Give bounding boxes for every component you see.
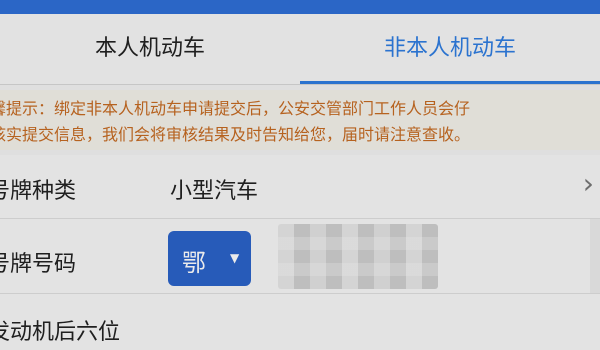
reminder-notice: 馨提示：绑定非本人机动车申请提交后，公安交管部门工作人员会仔 核实提交信息，我们… [0,90,600,150]
province-abbreviation: 鄂 [182,249,206,277]
plate-number-row: 号牌号码 鄂 ▼ [0,219,600,294]
vehicle-tabs: 本人机动车 非本人机动车 [0,14,600,85]
tab-other-vehicle-label: 非本人机动车 [383,36,516,61]
notice-line-2: 核实提交信息，我们会将审核结果及时告知给您，届时请注意查收。 [0,125,471,144]
chevron-right-icon[interactable]: › [583,167,594,200]
tab-own-vehicle-label: 本人机动车 [94,36,205,61]
plate-number-label: 号牌号码 [0,252,77,277]
engine-number-label: 发动机后六位 [0,320,121,345]
plate-number-input[interactable] [278,224,438,289]
top-bar [0,0,600,14]
plate-type-label: 号牌种类 [0,179,77,204]
plate-type-row[interactable]: 号牌种类 小型汽车 › [0,155,600,219]
tab-own-vehicle[interactable]: 本人机动车 [0,14,300,84]
province-select-button[interactable]: 鄂 ▼ [168,231,251,286]
plate-type-value: 小型汽车 [170,179,259,204]
dropdown-icon: ▼ [230,251,240,265]
tab-other-vehicle[interactable]: 非本人机动车 [300,14,600,84]
notice-line-1: 馨提示：绑定非本人机动车申请提交后，公安交管部门工作人员会仔 [0,99,471,118]
active-tab-indicator [300,81,600,84]
plate-number-input-edge [590,219,600,293]
engine-number-row[interactable]: 发动机后六位 [0,294,600,350]
